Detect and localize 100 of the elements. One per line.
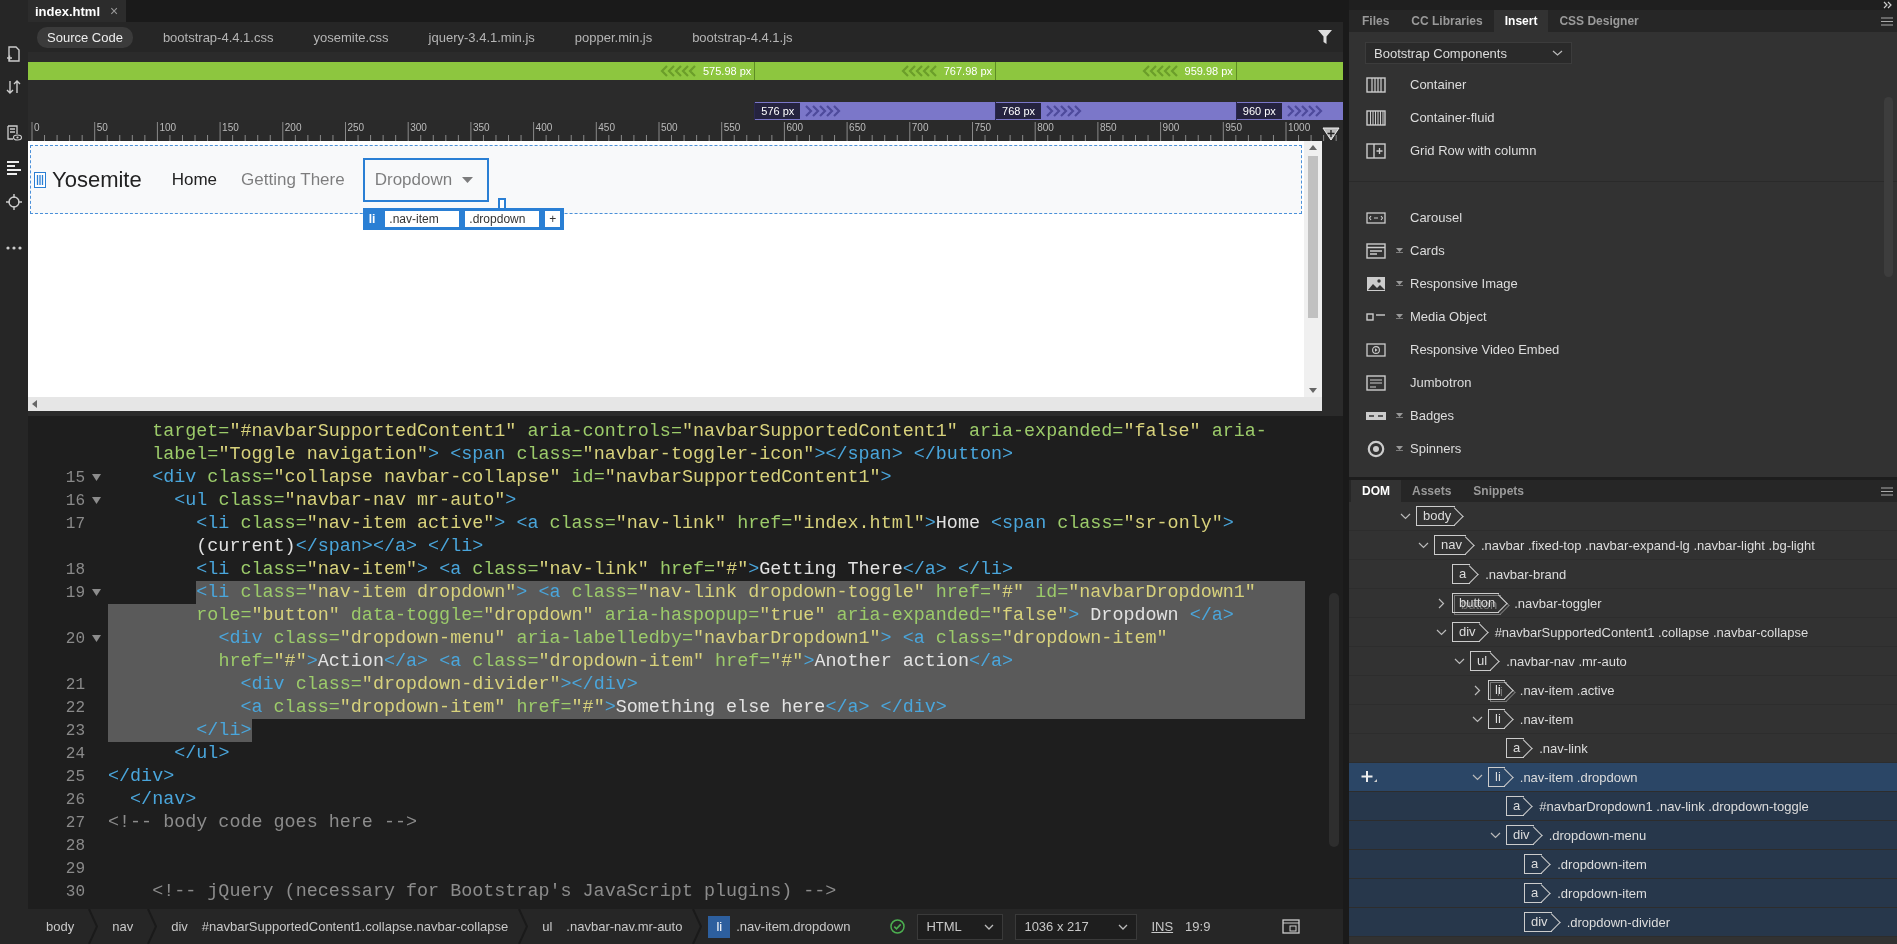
- target-icon[interactable]: [6, 194, 22, 210]
- vertical-scrollbar[interactable]: [1304, 141, 1322, 397]
- add-element-icon[interactable]: [1361, 770, 1377, 784]
- scroll-up-icon[interactable]: [1309, 145, 1317, 150]
- breadcrumb-classes[interactable]: .nav-item.dropdown: [730, 919, 855, 934]
- breadcrumb-classes[interactable]: .navbar-nav.mr-auto: [560, 919, 687, 934]
- panel-tab[interactable]: Insert: [1493, 10, 1549, 32]
- fold-icon[interactable]: [92, 635, 101, 642]
- menu-icon[interactable]: [1881, 487, 1893, 496]
- dom-node[interactable]: li .nav-item .dropdown: [1349, 763, 1897, 792]
- more-icon[interactable]: [6, 246, 22, 250]
- fold-icon[interactable]: [92, 497, 101, 504]
- brand-name[interactable]: Yosemite: [52, 166, 142, 193]
- panel-tab[interactable]: CSS Designer: [1548, 10, 1650, 32]
- class-field[interactable]: .dropdown: [465, 210, 540, 227]
- insert-item[interactable]: Container: [1365, 68, 1881, 101]
- submenu-caret-icon[interactable]: [1396, 413, 1403, 418]
- breadcrumb-tag[interactable]: div: [163, 915, 196, 938]
- dom-node[interactable]: button .navbar-toggler: [1349, 589, 1897, 618]
- dom-node[interactable]: li .nav-item: [1349, 705, 1897, 734]
- collapse-chevron-icon[interactable]: [1489, 831, 1501, 839]
- breadcrumb-tag[interactable]: ul: [534, 915, 561, 938]
- insert-mode[interactable]: INS: [1151, 919, 1174, 934]
- preview-icon[interactable]: [1282, 919, 1301, 934]
- add-class-button[interactable]: +: [545, 210, 561, 227]
- class-field[interactable]: .nav-item: [385, 210, 460, 227]
- dom-node[interactable]: div #navbarSupportedContent1 .collapse .navbar-collapse: [1349, 618, 1897, 647]
- collapse-chevron-icon[interactable]: [1471, 715, 1483, 723]
- new-file-icon[interactable]: [6, 46, 22, 62]
- panel-tab[interactable]: CC Libraries: [1400, 10, 1494, 32]
- insert-item[interactable]: Carousel: [1365, 201, 1881, 234]
- document-type-dropdown[interactable]: HTML: [917, 913, 1004, 940]
- filter-icon[interactable]: [1318, 30, 1332, 44]
- align-icon[interactable]: [6, 159, 22, 175]
- related-file-tab[interactable]: yosemite.css: [303, 26, 399, 48]
- dom-node[interactable]: li .nav-item .active: [1349, 676, 1897, 705]
- nav-link[interactable]: Getting There: [231, 157, 355, 202]
- insert-item[interactable]: Spinners: [1365, 432, 1881, 465]
- transfer-icon[interactable]: [6, 79, 22, 95]
- submenu-caret-icon[interactable]: [1396, 314, 1403, 319]
- navbar[interactable]: [30, 145, 1302, 214]
- related-file-tab[interactable]: bootstrap-4.4.1.js: [682, 26, 803, 48]
- collapse-chevron-icon[interactable]: [1435, 628, 1447, 636]
- collapse-chevron-icon[interactable]: [1417, 541, 1429, 549]
- resize-handle[interactable]: [498, 197, 507, 210]
- breadcrumb-tag[interactable]: li: [708, 915, 731, 938]
- fold-icon[interactable]: [92, 589, 101, 596]
- expand-chevron-icon[interactable]: [1437, 597, 1445, 609]
- dom-node[interactable]: a .dropdown-item: [1349, 879, 1897, 908]
- insert-item[interactable]: Cards: [1365, 234, 1881, 267]
- dom-node[interactable]: a #navbarDropdown1 .nav-link .dropdown-toggle: [1349, 792, 1897, 821]
- breadcrumb-classes[interactable]: #navbarSupportedContent1.collapse.navbar-collapse: [195, 919, 513, 934]
- collapse-chevron-icon[interactable]: [1399, 512, 1411, 520]
- horizontal-scrollbar[interactable]: [28, 397, 1322, 411]
- dom-node[interactable]: body: [1349, 502, 1897, 531]
- dom-node[interactable]: nav .navbar .fixed-top .navbar-expand-lg .navbar-light .bg-light: [1349, 531, 1897, 560]
- nav-link[interactable]: Home: [161, 157, 228, 202]
- line-number: 19: [64, 583, 85, 602]
- panel-tab[interactable]: Assets: [1401, 480, 1463, 502]
- dom-node[interactable]: div .dropdown-menu: [1349, 821, 1897, 850]
- panel-tab[interactable]: Snippets: [1462, 480, 1536, 502]
- document-tab[interactable]: index.html ×: [28, 0, 127, 22]
- window-size-dropdown[interactable]: 1036 x 217: [1015, 913, 1138, 940]
- nav-link[interactable]: Dropdown: [362, 157, 490, 202]
- scroll-left-icon[interactable]: [32, 400, 37, 408]
- line-number: 29: [64, 859, 85, 878]
- page-width-marker[interactable]: [1322, 127, 1341, 141]
- panel-tab[interactable]: Files: [1351, 10, 1401, 32]
- dom-node[interactable]: ul .navbar-nav .mr-auto: [1349, 647, 1897, 676]
- submenu-caret-icon[interactable]: [1396, 281, 1403, 286]
- check-icon[interactable]: [890, 919, 906, 934]
- fold-icon[interactable]: [92, 474, 101, 481]
- insert-item[interactable]: Media Object: [1365, 300, 1881, 333]
- min-width-bar[interactable]: 576 px 768 px 960 px: [754, 102, 1343, 120]
- related-file-tab[interactable]: Source Code: [37, 26, 133, 48]
- dom-node[interactable]: a .navbar-brand: [1349, 560, 1897, 589]
- insert-item[interactable]: Container-fluid: [1365, 101, 1881, 134]
- dom-node[interactable]: div .dropdown-divider: [1349, 908, 1897, 937]
- related-file-tab[interactable]: popper.min.js: [564, 26, 663, 48]
- submenu-caret-icon[interactable]: [1396, 248, 1403, 253]
- panel-tab[interactable]: DOM: [1351, 480, 1401, 502]
- related-file-tab[interactable]: bootstrap-4.4.1.css: [152, 26, 284, 48]
- menu-icon[interactable]: [1881, 17, 1893, 26]
- breadcrumb-tag[interactable]: nav: [104, 915, 142, 938]
- insert-item[interactable]: Jumbotron: [1365, 366, 1881, 399]
- insert-item[interactable]: Grid Row with column: [1365, 134, 1881, 167]
- dom-node[interactable]: a .dropdown-item: [1349, 850, 1897, 879]
- submenu-caret-icon[interactable]: [1396, 446, 1403, 451]
- insert-item[interactable]: Responsive Image: [1365, 267, 1881, 300]
- breadcrumb-tag[interactable]: body: [38, 915, 83, 938]
- expand-chevron-icon[interactable]: [1473, 684, 1481, 696]
- scroll-down-icon[interactable]: [1309, 388, 1317, 393]
- collapse-chevron-icon[interactable]: [1471, 773, 1483, 781]
- category-dropdown[interactable]: Bootstrap Components: [1365, 42, 1572, 64]
- insert-item[interactable]: Badges: [1365, 399, 1881, 432]
- insert-item[interactable]: Responsive Video Embed: [1365, 333, 1881, 366]
- collapse-chevron-icon[interactable]: [1453, 657, 1465, 665]
- collapse-panels-icon[interactable]: [1883, 1, 1893, 9]
- related-file-tab[interactable]: jquery-3.4.1.min.js: [418, 26, 545, 48]
- live-view-icon[interactable]: [6, 125, 22, 141]
